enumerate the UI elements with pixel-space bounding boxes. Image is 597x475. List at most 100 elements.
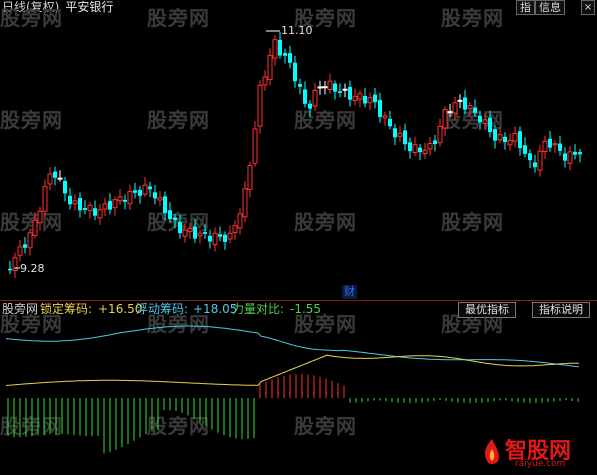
candle-body: [457, 99, 463, 102]
power-ratio-label: 力量对比:: [232, 302, 285, 316]
candle-body: [327, 80, 333, 90]
lock-chips-label: 锁定筹码:: [40, 302, 93, 316]
candle-body: [193, 226, 197, 239]
float-chips-label: 浮动筹码:: [136, 302, 189, 316]
candle-body: [352, 95, 358, 101]
candle-body: [203, 232, 207, 234]
candle-body: [317, 86, 323, 89]
candle-body: [53, 171, 57, 178]
candle-body: [272, 39, 278, 59]
candle-body: [97, 209, 103, 219]
candle-body: [83, 208, 87, 210]
candle-body: [283, 53, 287, 56]
candle-body: [418, 147, 422, 153]
candle-body: [87, 204, 93, 212]
candle-body: [153, 192, 157, 199]
candle-body: [37, 210, 43, 224]
candle-body: [133, 190, 137, 193]
candle-body: [68, 195, 72, 205]
candle-body: [47, 173, 53, 185]
candle-body: [397, 132, 403, 137]
candle-body: [363, 95, 367, 104]
candle-body: [163, 196, 167, 214]
candle-body: [212, 232, 218, 245]
candle-body: [303, 89, 307, 104]
candle-body: [252, 128, 258, 164]
best-indicator-button[interactable]: 最优指标: [458, 302, 516, 318]
site-logo: 智股网 raiyue.com: [481, 431, 591, 471]
candlestick-chart: [5, 30, 582, 454]
indicator-help-button[interactable]: 指标说明: [532, 302, 590, 318]
candle-body: [533, 162, 537, 168]
candle-body: [478, 115, 482, 123]
candle-body: [197, 232, 203, 237]
candle-body: [467, 105, 473, 109]
candle-body: [93, 208, 97, 216]
high-price-label: 11.10: [281, 24, 313, 37]
candle-body: [112, 199, 118, 209]
candle-body: [482, 119, 488, 124]
candle-body: [348, 86, 352, 100]
candle-body: [393, 128, 397, 138]
finance-event-marker[interactable]: 财: [342, 285, 357, 299]
candle-body: [78, 198, 82, 211]
candle-body: [168, 210, 172, 220]
candle-body: [412, 144, 418, 153]
candle-body: [298, 83, 302, 87]
candle-body: [23, 244, 27, 248]
candle-body: [148, 186, 152, 190]
candle-body: [157, 197, 163, 201]
candle-body: [548, 138, 552, 148]
candle-body: [293, 62, 297, 82]
candle-body: [312, 89, 318, 107]
candle-body: [288, 53, 292, 63]
candle-body: [437, 125, 443, 144]
candle-body: [108, 200, 112, 210]
candle-body: [512, 132, 518, 142]
candle-body: [247, 164, 253, 190]
candle-body: [123, 199, 127, 202]
candle-body: [278, 39, 282, 56]
candle-body: [342, 88, 348, 91]
candle-body: [367, 97, 373, 104]
candle-body: [32, 219, 38, 236]
candle-body: [497, 134, 503, 141]
candle-body: [72, 200, 78, 205]
candle-body: [408, 142, 412, 152]
candle-body: [138, 189, 142, 196]
candle-body: [322, 86, 328, 89]
candle-body: [257, 84, 263, 127]
candle-body: [8, 268, 12, 271]
candle-body: [518, 131, 522, 149]
candle-body: [308, 103, 312, 109]
candle-body: [267, 54, 273, 80]
candle-body: [208, 235, 212, 242]
candle-body: [378, 100, 382, 117]
candle-body: [178, 221, 182, 234]
candle-body: [117, 196, 123, 202]
low-price-label: 9.28: [20, 262, 45, 275]
candle-body: [447, 111, 453, 114]
candle-body: [223, 234, 227, 242]
candle-body: [422, 149, 428, 155]
candle-body: [182, 229, 188, 237]
candle-body: [552, 143, 558, 146]
candle-body: [542, 140, 548, 152]
candle-body: [558, 143, 562, 151]
panel-divider: [0, 300, 597, 301]
candle-body: [27, 232, 33, 249]
candle-body: [102, 203, 108, 210]
candle-body: [528, 153, 532, 161]
candle-body: [493, 129, 497, 141]
candle-body: [242, 188, 248, 218]
candle-body: [507, 139, 513, 146]
candle-body: [433, 140, 437, 145]
candle-body: [63, 180, 67, 194]
candle-body: [373, 94, 377, 103]
candle-body: [442, 108, 448, 129]
candle-body: [503, 136, 507, 142]
candle-body: [537, 150, 543, 171]
candle-body: [262, 76, 268, 86]
candle-body: [563, 153, 567, 161]
candle-body: [127, 190, 133, 205]
